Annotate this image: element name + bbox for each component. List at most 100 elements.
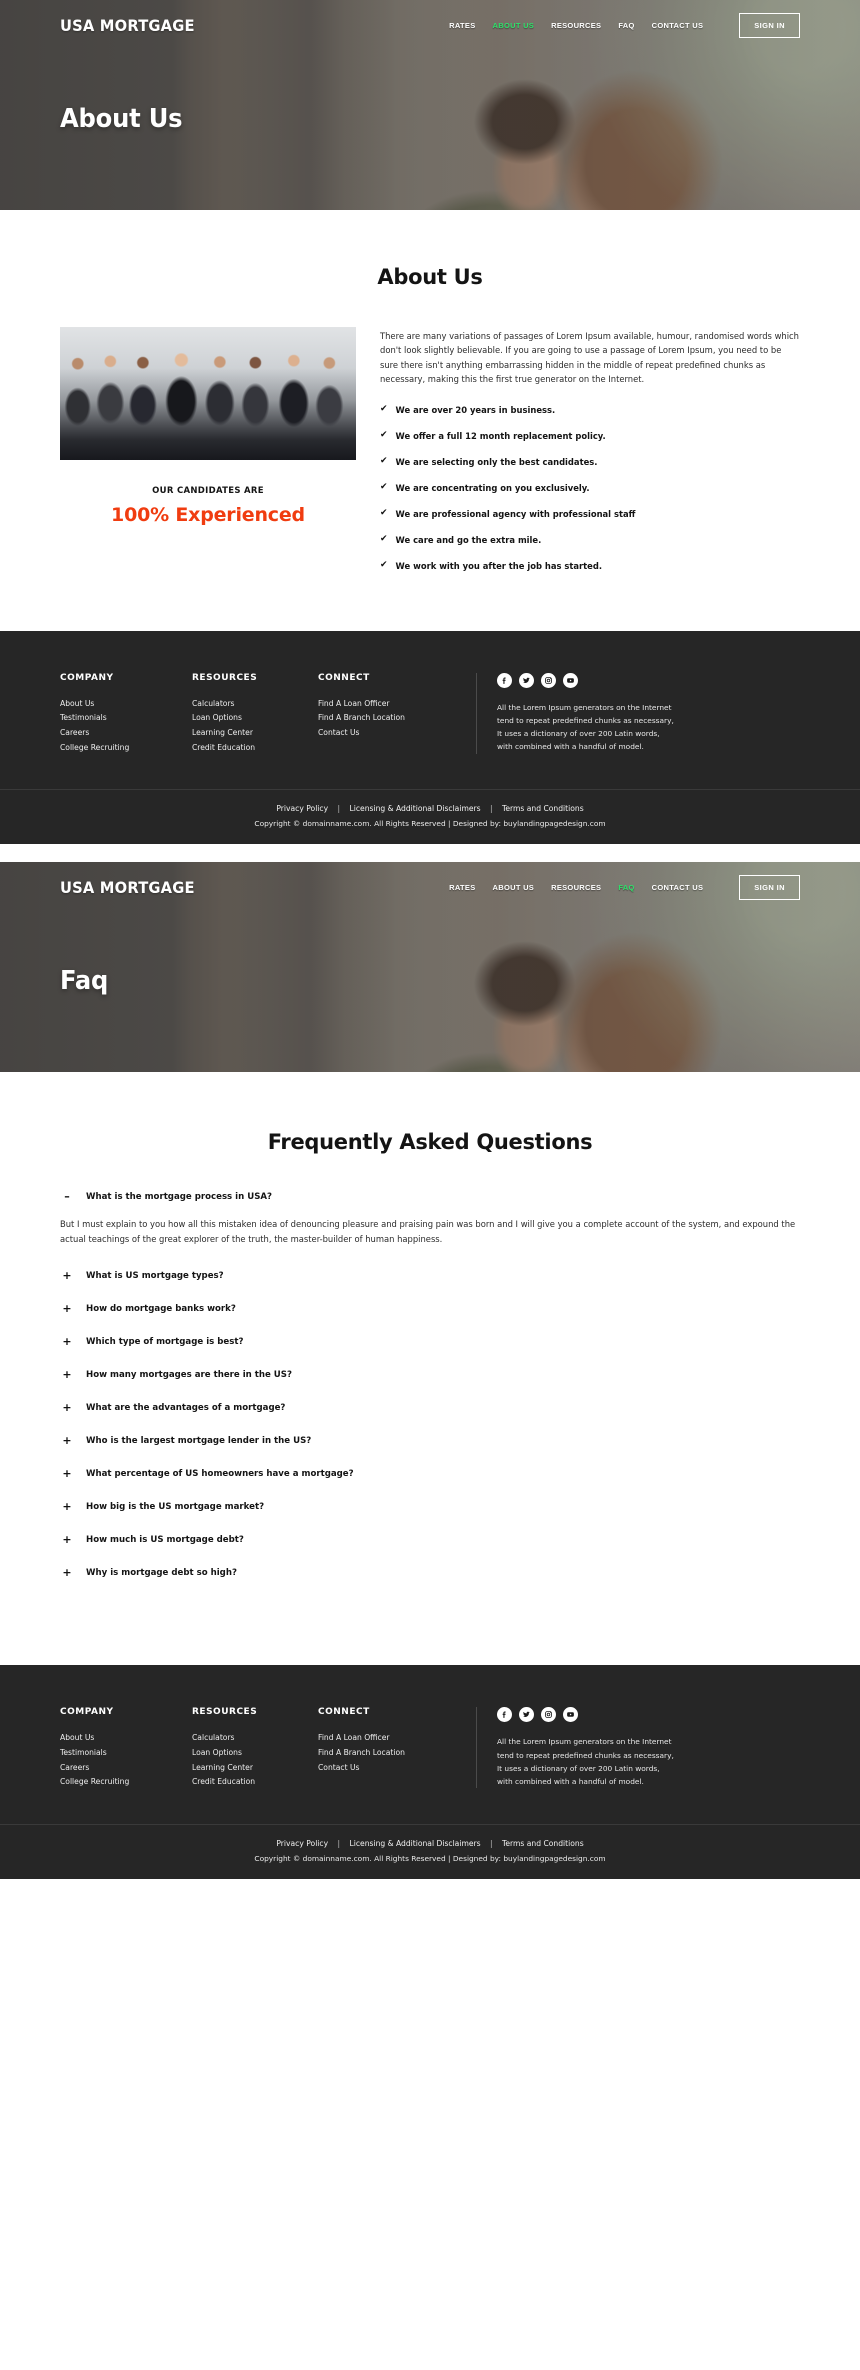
nav-item-faq[interactable]: FAQ bbox=[618, 883, 634, 892]
nav-item-resources[interactable]: RESOURCES bbox=[551, 883, 601, 892]
nav-item-about-us[interactable]: ABOUT US bbox=[493, 21, 535, 30]
faq-item[interactable]: + Why is mortgage debt so high? bbox=[60, 1566, 800, 1579]
footer-link-learning-center[interactable]: Learning Center bbox=[192, 726, 292, 741]
nav-item-faq[interactable]: FAQ bbox=[618, 21, 634, 30]
hero-page-title: Faq bbox=[60, 966, 109, 997]
faq-question-label: Who is the largest mortgage lender in th… bbox=[86, 1435, 312, 1446]
faq-item[interactable]: + Who is the largest mortgage lender in … bbox=[60, 1434, 800, 1447]
footer-column-company: COMPANY About Us Testimonials Careers Co… bbox=[60, 673, 192, 755]
footer-link-testimonials[interactable]: Testimonials bbox=[60, 1746, 166, 1761]
footer-link-find-loan-officer[interactable]: Find A Loan Officer bbox=[318, 1731, 424, 1746]
facebook-icon[interactable] bbox=[497, 672, 512, 688]
list-item: ✔ We are concentrating on you exclusively… bbox=[380, 482, 800, 493]
nav-item-contact-us[interactable]: CONTACT US bbox=[652, 883, 704, 892]
footer-link-calculators[interactable]: Calculators bbox=[192, 1731, 292, 1746]
nav-item-contact-us[interactable]: CONTACT US bbox=[652, 21, 704, 30]
faq-item[interactable]: + How much is US mortgage debt? bbox=[60, 1533, 800, 1546]
faq-question-label: Why is mortgage debt so high? bbox=[86, 1567, 237, 1578]
faq-question-label: How much is US mortgage debt? bbox=[86, 1534, 244, 1545]
nav-item-rates[interactable]: RATES bbox=[449, 883, 475, 892]
check-icon: ✔ bbox=[380, 429, 388, 440]
instagram-icon[interactable] bbox=[541, 672, 556, 688]
about-section: About Us OUR CANDIDATES ARE 100% Experie… bbox=[60, 210, 800, 631]
nav-item-about-us[interactable]: ABOUT US bbox=[493, 883, 535, 892]
footer-copyright: Copyright © domainname.com. All Rights R… bbox=[254, 819, 606, 829]
footer-link-find-branch[interactable]: Find A Branch Location bbox=[318, 1746, 424, 1761]
footer-privacy-policy[interactable]: Privacy Policy bbox=[276, 1839, 328, 1848]
site-logo[interactable]: USA MORTGAGE bbox=[60, 16, 195, 35]
footer-terms[interactable]: Terms and Conditions bbox=[502, 804, 584, 813]
hero-banner-about: USA MORTGAGE RATES ABOUT US RESOURCES FA… bbox=[0, 0, 860, 210]
footer-separator: | bbox=[337, 1838, 341, 1848]
list-item: ✔ We care and go the extra mile. bbox=[380, 533, 800, 545]
instagram-icon[interactable] bbox=[541, 1707, 556, 1723]
footer-privacy-policy[interactable]: Privacy Policy bbox=[276, 804, 328, 813]
faq-question-label: How many mortgages are there in the US? bbox=[86, 1369, 292, 1380]
faq-item[interactable]: + Which type of mortgage is best? bbox=[60, 1335, 800, 1348]
footer-resources-title: RESOURCES bbox=[192, 1707, 258, 1718]
twitter-icon[interactable] bbox=[519, 672, 534, 688]
photo-people bbox=[60, 368, 356, 460]
faq-item[interactable]: + What percentage of US homeowners have … bbox=[60, 1467, 800, 1480]
footer-link-calculators[interactable]: Calculators bbox=[192, 697, 292, 712]
footer-separator: | bbox=[490, 1838, 493, 1848]
minus-icon: – bbox=[64, 1190, 70, 1204]
youtube-icon[interactable] bbox=[563, 1707, 578, 1723]
footer-column-resources: RESOURCES Calculators Loan Options Learn… bbox=[192, 1707, 318, 1789]
faq-item[interactable]: + How big is the US mortgage market? bbox=[60, 1500, 800, 1513]
footer-social-blurb: All the Lorem Ipsum generators on the In… bbox=[476, 672, 676, 754]
faq-item[interactable]: + How many mortgages are there in the US… bbox=[60, 1368, 800, 1381]
plus-icon: + bbox=[62, 1269, 72, 1283]
faq-item-open[interactable]: – What is the mortgage process in USA? bbox=[60, 1190, 800, 1203]
footer-licensing[interactable]: Licensing & Additional Disclaimers bbox=[350, 1839, 481, 1848]
footer-link-about-us[interactable]: About Us bbox=[60, 697, 166, 712]
footer-link-loan-options[interactable]: Loan Options bbox=[192, 1746, 292, 1761]
about-section-title: About Us bbox=[377, 265, 483, 289]
nav-item-resources[interactable]: RESOURCES bbox=[551, 21, 601, 30]
photo-heads bbox=[60, 345, 356, 379]
main-navigation: USA MORTGAGE RATES ABOUT US RESOURCES FA… bbox=[60, 0, 800, 46]
footer-social-blurb: All the Lorem Ipsum generators on the In… bbox=[476, 1707, 676, 1789]
check-icon: ✔ bbox=[380, 455, 388, 466]
plus-icon: + bbox=[62, 1467, 72, 1481]
faq-question-label: What are the advantages of a mortgage? bbox=[86, 1402, 286, 1413]
footer-licensing[interactable]: Licensing & Additional Disclaimers bbox=[350, 804, 481, 813]
nav-item-rates[interactable]: RATES bbox=[449, 21, 475, 30]
social-links bbox=[497, 1707, 676, 1723]
footer-link-careers[interactable]: Careers bbox=[60, 726, 166, 741]
plus-icon: + bbox=[62, 1302, 72, 1316]
sign-in-button[interactable]: SIGN IN bbox=[739, 12, 800, 38]
twitter-icon[interactable] bbox=[519, 1707, 534, 1723]
footer-copyright: Copyright © domainname.com. All Rights R… bbox=[254, 1853, 606, 1863]
faq-item[interactable]: + What are the advantages of a mortgage? bbox=[60, 1401, 800, 1414]
youtube-icon[interactable] bbox=[563, 672, 578, 688]
footer-link-loan-options[interactable]: Loan Options bbox=[192, 711, 292, 726]
footer-terms[interactable]: Terms and Conditions bbox=[502, 1839, 584, 1848]
list-item-label: We are over 20 years in business. bbox=[395, 404, 556, 415]
footer-link-contact-us[interactable]: Contact Us bbox=[318, 1761, 424, 1776]
about-bullet-list: ✔ We are over 20 years in business. ✔ We o… bbox=[380, 404, 800, 571]
footer-link-testimonials[interactable]: Testimonials bbox=[60, 711, 166, 726]
footer-separator: | bbox=[490, 804, 493, 814]
footer-column-connect: CONNECT Find A Loan Officer Find A Branc… bbox=[318, 673, 450, 741]
faq-item[interactable]: + What is US mortgage types? bbox=[60, 1269, 800, 1282]
footer-link-credit-education[interactable]: Credit Education bbox=[192, 741, 292, 756]
sign-in-button[interactable]: SIGN IN bbox=[739, 874, 800, 900]
faq-item[interactable]: + How do mortgage banks work? bbox=[60, 1302, 800, 1315]
footer-link-college-recruiting[interactable]: College Recruiting bbox=[60, 1775, 166, 1790]
footer-link-find-loan-officer[interactable]: Find A Loan Officer bbox=[318, 697, 424, 712]
footer-link-careers[interactable]: Careers bbox=[60, 1761, 166, 1776]
site-logo[interactable]: USA MORTGAGE bbox=[60, 878, 195, 897]
list-item: ✔ We work with you after the job has star… bbox=[380, 560, 800, 571]
footer-link-about-us[interactable]: About Us bbox=[60, 1731, 166, 1746]
footer-link-contact-us[interactable]: Contact Us bbox=[318, 726, 424, 741]
footer-link-learning-center[interactable]: Learning Center bbox=[192, 1761, 292, 1776]
list-item-label: We work with you after the job has start… bbox=[395, 560, 603, 571]
footer-separator: | bbox=[337, 804, 341, 814]
footer-link-college-recruiting[interactable]: College Recruiting bbox=[60, 741, 166, 756]
facebook-icon[interactable] bbox=[497, 1707, 512, 1723]
footer-link-find-branch[interactable]: Find A Branch Location bbox=[318, 711, 424, 726]
check-icon: ✔ bbox=[380, 533, 388, 544]
footer-link-credit-education[interactable]: Credit Education bbox=[192, 1775, 292, 1790]
social-links bbox=[497, 672, 676, 688]
